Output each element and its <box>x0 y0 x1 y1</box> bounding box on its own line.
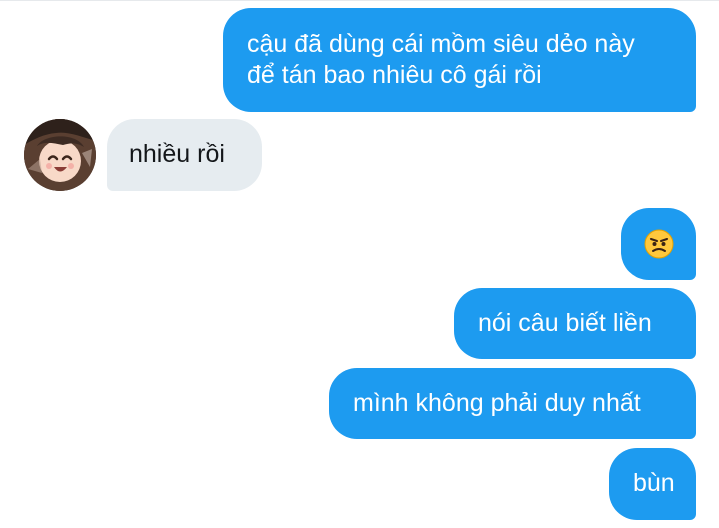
message-text-line: mình không phải duy nhất <box>353 389 641 417</box>
message-bubble-sent: bùn <box>609 448 696 520</box>
message-bubble-sent: cậu đã dùng cái mồm siêu dẻo này để tán … <box>223 8 696 112</box>
message-text-line: nhiều rồi <box>129 140 225 168</box>
message-text-line: cậu đã dùng cái mồm siêu dẻo này <box>247 30 635 58</box>
message-text-line: bùn <box>633 469 675 497</box>
message-text-line: để tán bao nhiêu cô gái rồi <box>247 61 542 89</box>
avatar[interactable] <box>24 119 96 191</box>
avatar-image <box>24 119 96 191</box>
angry-face-icon <box>644 229 674 267</box>
message-bubble-sent: mình không phải duy nhất <box>329 368 696 439</box>
message-bubble-sent <box>621 208 696 280</box>
message-bubble-sent: nói câu biết liền <box>454 288 696 359</box>
message-text-line: nói câu biết liền <box>478 309 652 337</box>
message-bubble-received: nhiều rồi <box>107 119 262 191</box>
top-divider <box>0 0 719 1</box>
